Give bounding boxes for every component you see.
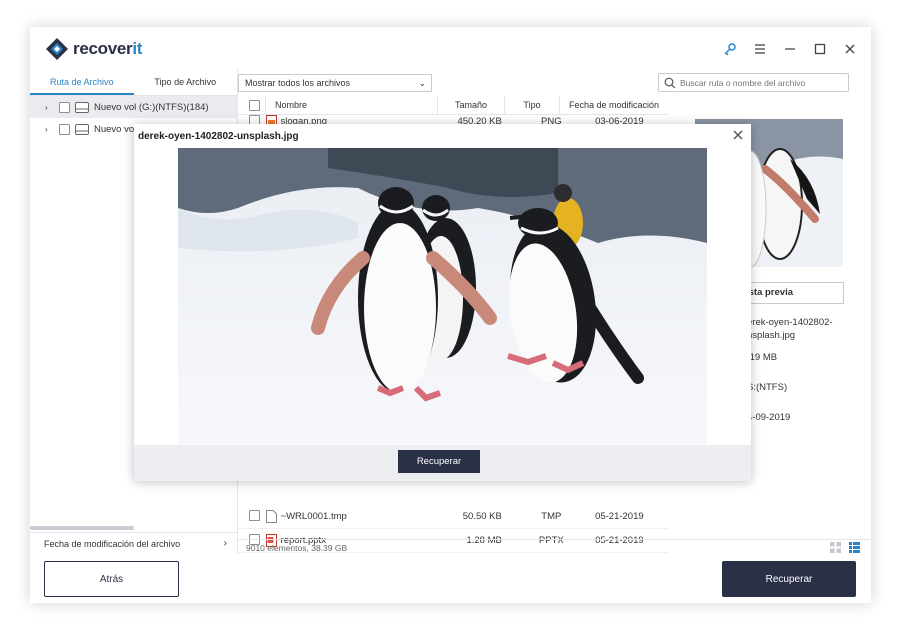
chevron-right-icon: › xyxy=(223,538,227,549)
row-checkbox[interactable] xyxy=(249,509,260,521)
brand-prefix: recover xyxy=(73,39,133,58)
left-tabs: Ruta de Archivo Tipo de Archivo xyxy=(30,69,237,96)
file-size: 50.50 KB xyxy=(462,511,502,522)
file-date: 05-21-2019 xyxy=(595,511,644,522)
date-filter-label: Fecha de modificación del archivo xyxy=(44,539,181,549)
row-checkbox-cell xyxy=(238,509,266,524)
drive-icon xyxy=(75,123,89,135)
view-toggle xyxy=(830,542,860,553)
file-type: TMP xyxy=(541,511,562,522)
search-input[interactable] xyxy=(680,77,840,88)
tree-item-drive-g[interactable]: › Nuevo vol (G:)(NTFS)(184) xyxy=(30,96,237,118)
modal-title: derek-oyen-1402802-unsplash.jpg xyxy=(138,131,299,142)
tree-item-label: Nuevo vol (G:)(NTFS)(184) xyxy=(94,101,209,113)
grid-view-icon[interactable] xyxy=(830,542,841,553)
close-icon[interactable] xyxy=(837,39,863,59)
drive-icon xyxy=(75,101,89,113)
header-date[interactable]: Fecha de modificación xyxy=(560,96,668,115)
file-icon xyxy=(265,510,277,523)
recover-button[interactable]: Recuperar xyxy=(722,561,856,597)
tree-checkbox[interactable] xyxy=(59,101,70,113)
select-all-checkbox[interactable] xyxy=(249,99,260,111)
minimize-icon[interactable] xyxy=(777,39,803,59)
chevron-down-icon: ⌄ xyxy=(418,78,426,88)
search-box[interactable] xyxy=(658,73,849,92)
recoverit-logo-icon xyxy=(45,37,69,61)
preview-date: 4-09-2019 xyxy=(747,412,791,423)
item-count: 9010 elementos, 38.39 GB xyxy=(246,543,348,553)
header-checkbox-cell xyxy=(238,95,266,115)
table-row[interactable]: ~WRL0001.tmp 50.50 KB TMP 05-21-2019 xyxy=(238,505,668,529)
tab-ruta-de-archivo[interactable]: Ruta de Archivo xyxy=(30,69,134,95)
preview-filename-line1: erek-oyen-1402802- xyxy=(747,317,833,328)
brand-suffix: it xyxy=(132,39,143,58)
file-name-cell: ~WRL0001.tmp xyxy=(265,510,433,523)
header-size[interactable]: Tamaño xyxy=(438,95,505,115)
app-logo: recoverit xyxy=(45,37,142,61)
close-icon[interactable] xyxy=(731,128,745,142)
left-scrollbar[interactable] xyxy=(30,526,134,530)
preview-filesystem: S:(NTFS) xyxy=(747,382,788,393)
search-icon xyxy=(664,77,676,88)
brand-name: recoverit xyxy=(73,39,142,59)
date-filter-toggle[interactable]: Fecha de modificación del archivo › xyxy=(30,532,237,554)
status-bar: 9010 elementos, 38.39 GB xyxy=(238,539,870,555)
menu-icon[interactable] xyxy=(747,39,773,59)
modal-footer: Recuperar xyxy=(134,445,751,481)
tree-checkbox[interactable] xyxy=(59,123,70,135)
chevron-right-icon[interactable]: › xyxy=(45,103,53,112)
maximize-icon[interactable] xyxy=(807,39,833,59)
preview-filename-line2: nsplash.jpg xyxy=(747,330,796,341)
header-name[interactable]: Nombre xyxy=(266,95,438,115)
preview-size: .19 MB xyxy=(747,352,778,363)
header-type[interactable]: Tipo xyxy=(505,95,560,115)
window-controls xyxy=(717,39,863,59)
key-icon[interactable] xyxy=(717,39,743,59)
tree-item-label: Nuevo vol xyxy=(94,123,137,135)
tab-tipo-de-archivo[interactable]: Tipo de Archivo xyxy=(134,69,238,95)
filter-value: Mostrar todos los archivos xyxy=(245,78,351,88)
table-header: Nombre Tamaño Tipo Fecha de modificación xyxy=(238,95,668,115)
back-button[interactable]: Atrás xyxy=(44,561,179,597)
file-name: ~WRL0001.tmp xyxy=(280,511,347,522)
preview-modal: derek-oyen-1402802-unsplash.jpg Recupera… xyxy=(134,124,751,481)
modal-recover-button[interactable]: Recuperar xyxy=(398,450,480,473)
preview-image xyxy=(178,148,707,445)
list-view-icon[interactable] xyxy=(849,542,860,553)
title-bar: recoverit xyxy=(30,27,871,69)
chevron-right-icon[interactable]: › xyxy=(45,125,53,134)
file-filter-dropdown[interactable]: Mostrar todos los archivos ⌄ xyxy=(238,74,432,92)
